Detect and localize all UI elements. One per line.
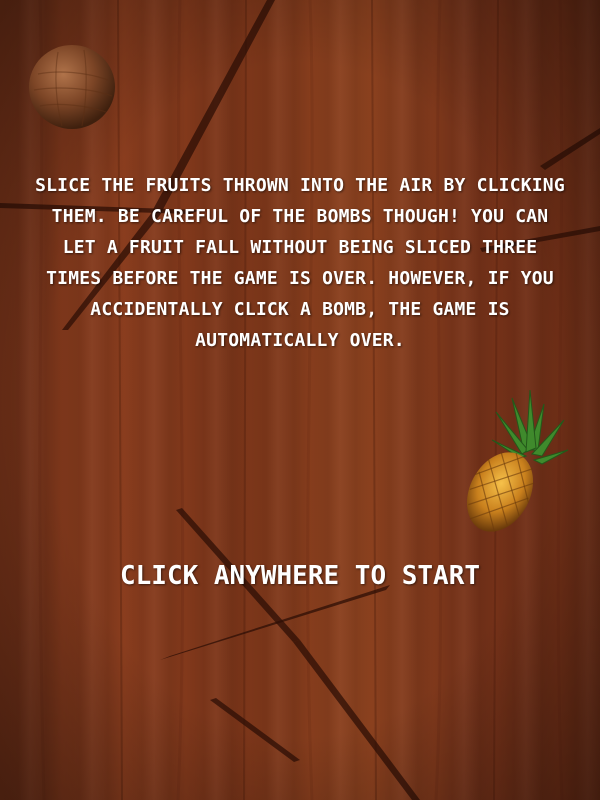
start-prompt[interactable]: Click anywhere to start — [0, 556, 600, 596]
game-canvas[interactable]: Slice the fruits thrown into the air by … — [0, 0, 600, 800]
instructions-text: Slice the fruits thrown into the air by … — [35, 175, 565, 351]
coconut-sprite — [29, 45, 115, 129]
pineapple-sprite — [466, 390, 569, 533]
